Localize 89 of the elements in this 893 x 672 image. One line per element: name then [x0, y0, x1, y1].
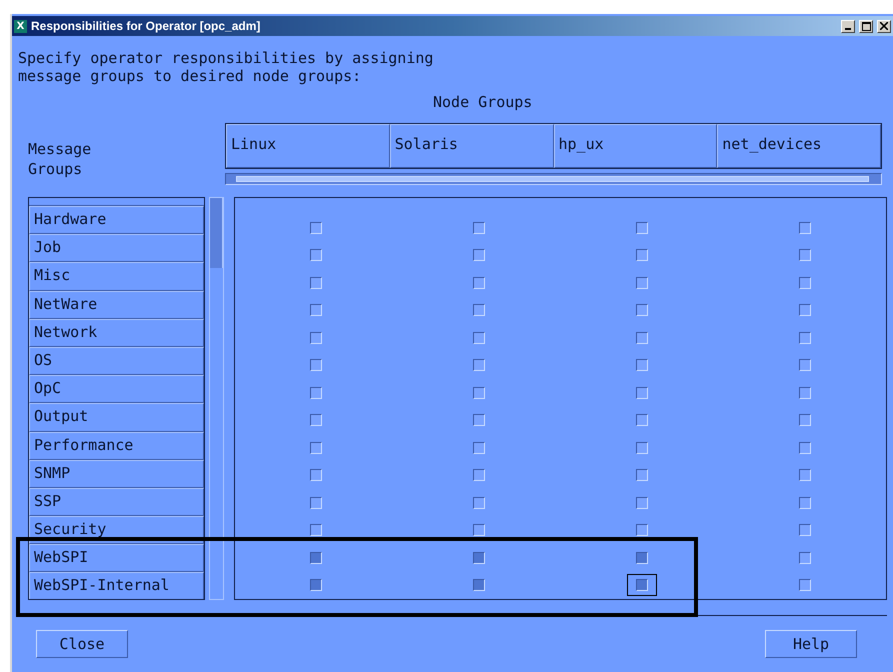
checkbox[interactable] [473, 359, 486, 372]
checkbox[interactable] [798, 222, 811, 234]
checkbox[interactable] [798, 469, 811, 482]
close-icon [880, 22, 888, 30]
checkbox[interactable] [798, 552, 811, 564]
message-group-item[interactable]: NetWare [29, 290, 204, 319]
checkbox[interactable] [473, 469, 486, 482]
checkbox[interactable] [798, 332, 811, 344]
message-group-item[interactable]: WebSPI [29, 544, 204, 572]
checkbox[interactable] [473, 276, 486, 289]
checkbox[interactable] [798, 524, 811, 536]
checkbox[interactable] [310, 496, 322, 509]
checkbox[interactable] [636, 552, 648, 564]
checkbox[interactable] [636, 249, 648, 262]
checkbox[interactable] [636, 442, 648, 454]
message-groups-label: Message Groups [27, 139, 92, 179]
message-group-item[interactable]: Security [29, 516, 204, 544]
checkbox[interactable] [473, 496, 486, 509]
checkbox[interactable] [473, 579, 486, 592]
checkbox[interactable] [310, 414, 322, 426]
checkbox[interactable] [798, 304, 811, 316]
checkbox[interactable] [473, 386, 486, 399]
checkbox[interactable] [636, 359, 648, 372]
maximize-button[interactable] [859, 20, 873, 32]
column-header[interactable]: hp_ux [554, 124, 718, 168]
checkbox[interactable] [798, 359, 811, 372]
message-group-item[interactable]: Output [29, 403, 204, 432]
message-group-item[interactable]: WebSPI-Internal [29, 572, 204, 599]
instruction-text: message groups to desired node groups: [18, 67, 362, 85]
message-group-item[interactable]: Network [29, 318, 204, 347]
checkbox[interactable] [310, 304, 322, 316]
vertical-scrollbar[interactable] [208, 197, 224, 600]
checkbox[interactable] [636, 579, 648, 592]
checkbox[interactable] [310, 552, 322, 564]
message-group-item[interactable]: Hardware [29, 206, 204, 234]
checkbox[interactable] [798, 249, 811, 262]
checkbox[interactable] [310, 579, 322, 592]
help-button[interactable]: Help [765, 630, 857, 658]
instruction-text: Specify operator responsibilities by assigning [18, 49, 434, 67]
checkbox[interactable] [798, 496, 811, 509]
column-header[interactable]: Solaris [390, 124, 554, 168]
checkbox[interactable] [636, 276, 648, 289]
checkbox[interactable] [310, 359, 322, 372]
checkbox[interactable] [473, 414, 486, 426]
checkbox[interactable] [636, 386, 648, 399]
checkbox[interactable] [473, 304, 486, 316]
message-group-item[interactable]: Job [29, 234, 204, 262]
checkbox[interactable] [636, 469, 648, 482]
checkbox[interactable] [798, 276, 811, 289]
checkbox[interactable] [798, 386, 811, 399]
column-header[interactable]: Linux [226, 124, 390, 168]
checkbox[interactable] [636, 332, 648, 344]
checkbox[interactable] [310, 276, 322, 289]
checkbox[interactable] [798, 442, 811, 454]
message-group-item[interactable]: Performance [29, 432, 204, 460]
checkbox[interactable] [473, 552, 486, 564]
checkbox[interactable] [310, 332, 322, 344]
column-header[interactable]: net_devices [717, 124, 881, 168]
checkbox[interactable] [473, 524, 486, 536]
checkbox[interactable] [473, 249, 486, 262]
checkbox[interactable] [473, 332, 486, 344]
close-dialog-button[interactable]: Close [36, 630, 128, 658]
checkbox[interactable] [310, 386, 322, 399]
checkbox[interactable] [798, 414, 811, 426]
message-group-item[interactable]: OpC [29, 375, 204, 404]
checkbox[interactable] [473, 442, 486, 454]
maximize-icon [862, 22, 870, 30]
checkbox[interactable] [310, 249, 322, 262]
horizontal-scrollbar[interactable] [225, 173, 882, 185]
checkbox[interactable] [310, 442, 322, 454]
minimize-button[interactable] [841, 20, 855, 32]
message-group-item[interactable]: SNMP [29, 460, 204, 488]
checkbox[interactable] [636, 414, 648, 426]
checkbox[interactable] [310, 524, 322, 536]
app-logo: X [14, 20, 27, 32]
checkbox[interactable] [310, 469, 322, 482]
message-group-item[interactable]: OS [29, 346, 204, 376]
checkbox[interactable] [636, 496, 648, 509]
close-button[interactable] [877, 20, 891, 32]
checkbox[interactable] [473, 222, 486, 234]
checkbox[interactable] [636, 524, 648, 536]
message-group-item[interactable]: SSP [29, 488, 204, 516]
checkbox[interactable] [310, 222, 322, 234]
checkbox[interactable] [798, 579, 811, 592]
node-groups-label: Node Groups [433, 93, 534, 113]
checkbox[interactable] [636, 304, 648, 316]
checkbox[interactable] [636, 222, 648, 234]
window-title: Responsibilities for Operator [opc_adm] [31, 19, 262, 33]
message-group-item[interactable]: Misc [29, 262, 204, 291]
